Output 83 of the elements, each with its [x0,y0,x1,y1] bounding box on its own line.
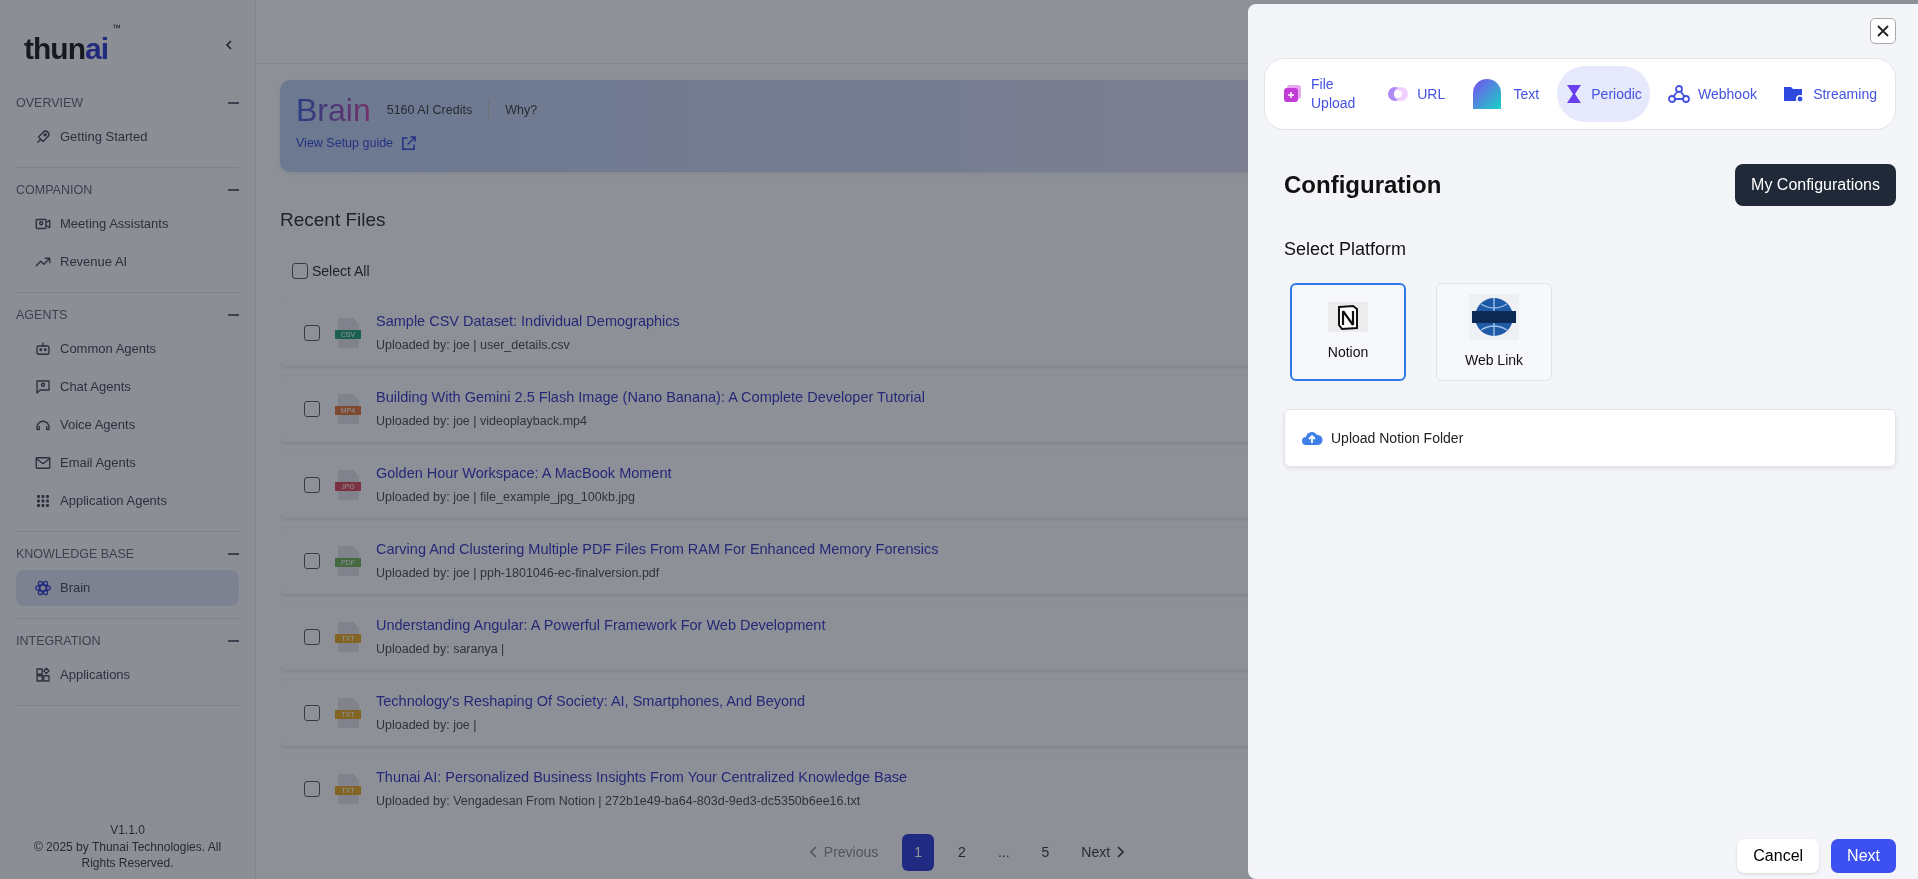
sidebar-item[interactable]: Common Agents [16,331,239,367]
section-heading: INTEGRATION [16,632,101,650]
sidebar-item[interactable]: Application Agents [16,483,239,519]
file-meta-text: Uploaded by: joe | pph-1801046-ec-finalversion.pdf [376,564,661,582]
sidebar-item[interactable]: Getting Started [16,119,239,155]
file-meta-text: Uploaded by: Vengadesan From Notion | 272b1e49-ba64-803d-9ed3-dc5350b6ee16.txt [376,792,862,808]
collapse-chevron-icon[interactable] [223,38,235,51]
file-meta-text: Uploaded by: joe | file_example_jpg_100kb.jpg [376,488,636,506]
sidebar-item[interactable]: Brain [16,570,239,606]
file-plus-icon [1283,84,1303,104]
file-checkbox[interactable] [304,476,320,493]
sidebar-item[interactable]: Chat Agents [16,369,239,405]
file-meta-text: Uploaded by: joe | [376,716,478,734]
file-checkbox[interactable] [304,552,320,569]
source-tab[interactable]: Periodic [1557,66,1650,122]
source-tab[interactable]: File Upload [1275,66,1369,122]
file-title-link[interactable]: Thunai AI: Personalized Business Insights From Your Centralized Knowledge Base [376,766,908,789]
hourglass-icon [1565,84,1584,104]
file-meta-text: Uploaded by: joe | videoplayback.mp4 [376,412,589,430]
globe-icon [1469,293,1519,340]
page-button[interactable]: ... [989,835,1018,869]
sidebar-item[interactable]: Revenue AI [16,244,239,280]
file-title-link[interactable]: Understanding Angular: A Powerful Framework For Web Development [376,614,826,637]
file-title-link[interactable]: Golden Hour Workspace: A MacBook Moment [376,462,672,485]
select-platform-label: Select Platform [1284,238,1408,261]
section-heading: KNOWLEDGE BASE [16,545,135,563]
mail-icon [34,454,52,472]
grid-icon [34,492,52,510]
source-tab[interactable]: URL [1379,66,1454,122]
section-heading: COMPANION [16,181,93,199]
rocket-icon [34,128,52,146]
page-button[interactable]: 1 [902,833,935,871]
why-link[interactable]: Why? [505,100,538,120]
credits-text: 5160 AI Credits [386,101,473,119]
chevron-left-icon [809,846,818,858]
source-tab[interactable]: Streaming [1775,66,1885,122]
file-title-link[interactable]: Technology's Reshaping Of Society: AI, Smartphones, And Beyond [376,690,806,713]
close-icon [1877,25,1889,37]
webhook-icon [1668,84,1691,104]
section-heading: OVERVIEW [16,94,84,112]
file-checkbox[interactable] [304,628,320,645]
source-tab[interactable]: Webhook [1660,66,1765,122]
file-checkbox[interactable] [304,780,320,797]
sidebar-item[interactable]: Email Agents [16,445,239,481]
file-checkbox[interactable] [304,704,320,721]
page-button[interactable]: 5 [1033,835,1058,869]
file-checkbox[interactable] [304,324,320,341]
notion-logo-icon [1328,301,1368,332]
external-link-icon [401,135,417,151]
sidebar-item[interactable]: Applications [16,657,239,693]
cancel-button[interactable]: Cancel [1737,839,1820,873]
sidebar-item[interactable]: Voice Agents [16,407,239,443]
chevron-right-icon [1116,846,1125,858]
file-title-link[interactable]: Carving And Clustering Multiple PDF Files From RAM For Enhanced Memory Forensics [376,538,939,561]
file-meta-text: Uploaded by: joe | user_details.csv [376,336,571,354]
section-heading: AGENTS [16,306,68,324]
chat-icon [34,378,52,396]
cloud-upload-icon [1301,430,1323,446]
configuration-heading: Configuration [1284,170,1442,200]
next-page-button[interactable]: Next [1073,835,1133,869]
version-text: V1.1.0 [109,822,146,839]
source-tab[interactable]: Text [1463,66,1548,122]
file-checkbox[interactable] [304,400,320,417]
atom-icon [34,579,52,597]
logo: thunai ™ [24,24,120,65]
folder-gear-icon [1783,84,1806,104]
close-button[interactable] [1870,18,1896,44]
file-title-link[interactable]: Sample CSV Dataset: Individual Demographics [376,310,680,333]
setup-guide-link[interactable]: View Setup guide [296,134,417,153]
my-configurations-button[interactable]: My Configurations [1735,164,1896,206]
next-button[interactable]: Next [1831,839,1896,873]
apps-icon [34,666,52,684]
platform-option[interactable]: Notion [1290,283,1406,381]
platform-option[interactable]: Web Link [1436,283,1552,381]
copyright-text: © 2025 by Thunai Technologies. All Rights Reserved. [32,838,223,871]
file-meta-text: Uploaded by: saranya | [376,640,506,658]
file-title-link[interactable]: Building With Gemini 2.5 Flash Image (Nano Banana): A Complete Developer Tutorial [376,386,925,409]
link-circles-icon [1387,86,1410,102]
section-title: Recent Files [280,208,386,232]
sidebar-item[interactable]: Meeting Assistants [16,206,239,242]
upload-folder-button[interactable]: Upload Notion Folder [1284,409,1896,467]
page-button[interactable]: 2 [950,835,974,869]
robot-icon [34,340,52,358]
